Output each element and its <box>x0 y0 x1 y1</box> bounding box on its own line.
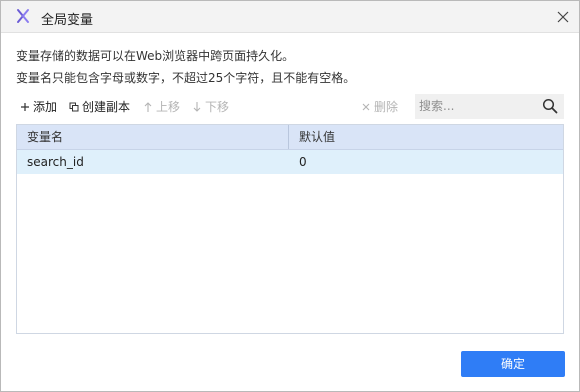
variables-table: 变量名 默认值 search_id 0 <box>16 124 564 334</box>
create-copy-button[interactable]: 创建副本 <box>69 98 130 116</box>
cell-variable-name[interactable]: search_id <box>17 150 289 174</box>
dialog-title: 全局变量 <box>41 13 94 28</box>
column-header-default-value[interactable]: 默认值 <box>289 125 563 149</box>
title-bar: 全局变量 <box>1 1 579 33</box>
create-copy-button-label: 创建副本 <box>82 100 131 114</box>
arrow-up-icon <box>143 101 153 113</box>
arrow-down-icon <box>192 101 202 113</box>
ok-button[interactable]: 确定 <box>461 351 565 377</box>
global-variables-dialog: 全局变量 变量存储的数据可以在Web浏览器中跨页面持久化。 变量名只能包含字母或… <box>0 0 580 392</box>
search-box <box>415 94 564 119</box>
search-input[interactable] <box>419 97 537 115</box>
move-down-button[interactable]: 下移 <box>192 98 229 116</box>
close-icon[interactable] <box>553 7 573 27</box>
move-up-button[interactable]: 上移 <box>143 98 180 116</box>
table-row[interactable]: search_id 0 <box>17 150 563 174</box>
search-icon[interactable] <box>542 98 558 114</box>
copy-icon <box>69 101 79 113</box>
delete-button[interactable]: 删除 <box>361 98 398 116</box>
move-up-button-label: 上移 <box>156 100 181 114</box>
add-button[interactable]: 添加 <box>20 98 57 116</box>
column-header-variable-name[interactable]: 变量名 <box>17 125 289 149</box>
description-line-2: 变量名只能包含字母或数字，不超过25个字符，且不能有空格。 <box>16 71 356 85</box>
delete-button-label: 删除 <box>374 100 399 114</box>
move-down-button-label: 下移 <box>205 100 230 114</box>
x-delete-icon <box>361 101 371 113</box>
cell-default-value[interactable]: 0 <box>289 150 563 174</box>
table-header: 变量名 默认值 <box>17 125 563 150</box>
plus-icon <box>20 101 30 113</box>
description-line-1: 变量存储的数据可以在Web浏览器中跨页面持久化。 <box>16 49 295 63</box>
add-button-label: 添加 <box>33 100 58 114</box>
x-logo-icon <box>15 8 31 24</box>
